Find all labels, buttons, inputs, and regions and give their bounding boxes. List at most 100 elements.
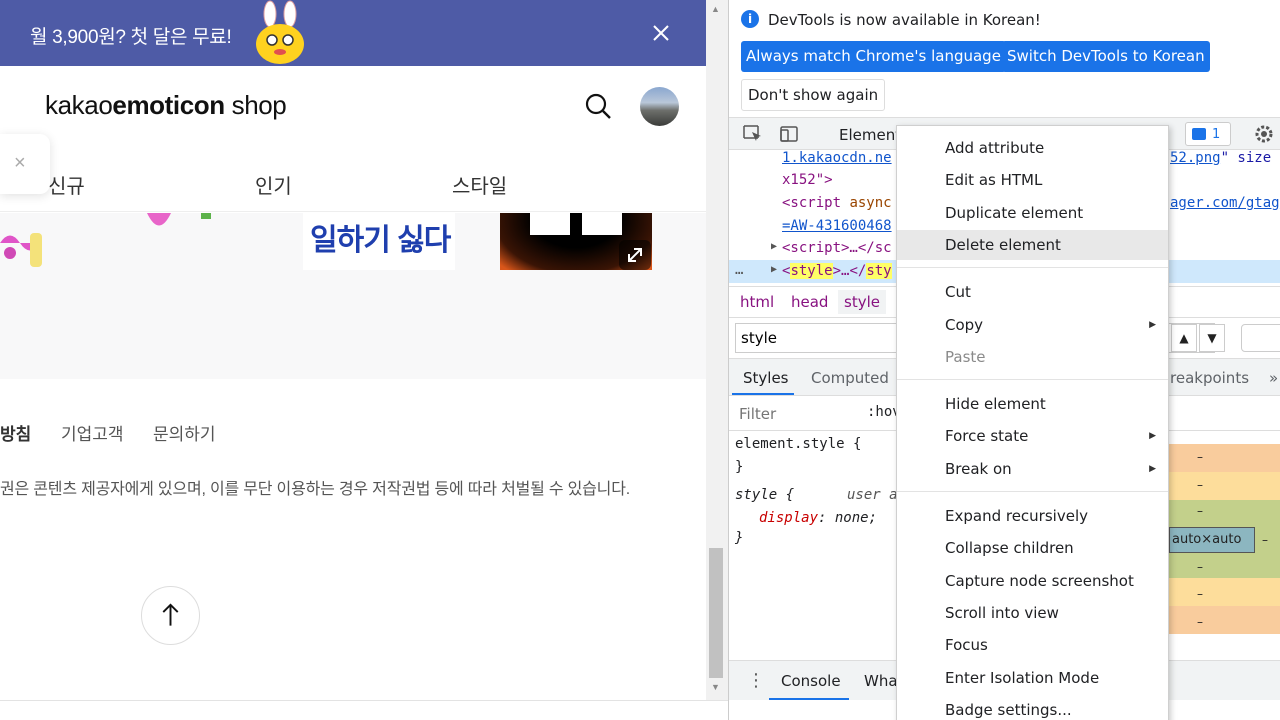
menu-item-cut[interactable]: Cut: [897, 277, 1168, 307]
menu-separator: [897, 267, 1168, 268]
switch-language-button[interactable]: Switch DevTools to Korean: [1002, 41, 1210, 72]
box-model-value: –: [1197, 504, 1203, 518]
drawer-menu-icon[interactable]: ⋮: [747, 670, 765, 691]
menu-item-hide-element[interactable]: Hide element: [897, 389, 1168, 419]
menu-item-duplicate-element[interactable]: Duplicate element: [897, 198, 1168, 228]
menu-separator: [897, 491, 1168, 492]
tab-elements[interactable]: Element: [839, 126, 901, 144]
box-model-value: –: [1197, 587, 1203, 601]
inspect-element-icon[interactable]: [743, 124, 763, 144]
footer-link-contact[interactable]: 문의하기: [153, 420, 216, 445]
dom-link[interactable]: =AW-431600468: [782, 218, 892, 234]
styles-filter-input[interactable]: [733, 401, 853, 427]
dom-text: x152">: [782, 172, 833, 188]
style-selector[interactable]: style {: [735, 487, 794, 503]
menu-item-force-state[interactable]: Force state ▶: [897, 421, 1168, 451]
chevron-up-icon[interactable]: ▲: [1171, 324, 1197, 352]
tab-computed[interactable]: Computed: [811, 369, 889, 387]
dom-line[interactable]: <script async: [782, 195, 892, 211]
dom-line[interactable]: x152">: [782, 172, 833, 188]
tab-popular[interactable]: 인기: [255, 170, 292, 199]
footer-link-business[interactable]: 기업고객: [61, 420, 124, 445]
dom-tag: <script: [782, 195, 842, 211]
emoticon-thumbnail[interactable]: 일하기 싫다: [303, 213, 455, 270]
scroll-to-top-button[interactable]: [141, 586, 200, 645]
menu-item-copy[interactable]: Copy ▶: [897, 310, 1168, 340]
close-icon[interactable]: [648, 20, 674, 46]
menu-item-collapse-children[interactable]: Collapse children: [897, 533, 1168, 563]
issues-badge[interactable]: 1: [1185, 122, 1231, 146]
menu-item-capture-node-screenshot[interactable]: Capture node screenshot: [897, 566, 1168, 596]
close-icon[interactable]: ×: [14, 152, 26, 175]
submenu-arrow-icon: ▶: [1149, 464, 1156, 474]
logo-part-emoticon: emoticon: [112, 90, 225, 120]
menu-item-label: Force state: [945, 427, 1029, 445]
more-tabs-icon[interactable]: »: [1269, 369, 1278, 387]
element-style-selector[interactable]: element.style {: [735, 436, 861, 452]
box-model-value: –: [1197, 560, 1203, 574]
box-model-value: –: [1262, 533, 1268, 547]
menu-item-badge-settings[interactable]: Badge settings...: [897, 695, 1168, 720]
css-declaration[interactable]: display: none;: [759, 510, 877, 526]
active-tab-indicator: [732, 393, 794, 395]
logo-part-shop: shop: [224, 90, 287, 120]
breadcrumb-head[interactable]: head: [785, 293, 834, 311]
box-model-value: –: [1197, 615, 1203, 629]
menu-item-edit-as-html[interactable]: Edit as HTML: [897, 165, 1168, 195]
tab-new[interactable]: 신규: [48, 170, 85, 199]
node-actions-icon[interactable]: …: [735, 262, 743, 278]
dom-line[interactable]: 1.kakaocdn.ne: [782, 150, 892, 166]
dom-line-tail[interactable]: 52.png" size: [1170, 150, 1271, 166]
search-cancel-button[interactable]: [1241, 324, 1280, 352]
dont-show-again-button[interactable]: Don't show again: [741, 79, 886, 111]
footer-links: 방침 기업고객 문의하기: [0, 420, 706, 444]
tab-whats-new[interactable]: Wha: [864, 672, 898, 690]
menu-item-add-attribute[interactable]: Add attribute: [897, 133, 1168, 163]
rule-close-brace: }: [735, 530, 744, 546]
tab-breakpoints[interactable]: reakpoints: [1170, 369, 1249, 387]
breadcrumb-style[interactable]: style: [838, 290, 886, 314]
match-language-button[interactable]: Always match Chrome's language: [741, 41, 1006, 72]
expand-icon[interactable]: [619, 240, 651, 270]
tab-console[interactable]: Console: [781, 672, 841, 690]
box-model-value: –: [1197, 450, 1203, 464]
dom-line[interactable]: =AW-431600468: [782, 218, 892, 234]
tab-style[interactable]: 스타일: [452, 170, 507, 199]
dom-tag-highlight: sty: [866, 263, 892, 279]
menu-item-break-on[interactable]: Break on ▶: [897, 454, 1168, 484]
web-page: 월 3,900원? 첫 달은 무료! kakaoemoticon shop 신규…: [0, 0, 706, 720]
dom-line[interactable]: <script>…</sc: [782, 240, 892, 256]
footer-link-policy[interactable]: 방침: [0, 420, 31, 445]
search-icon[interactable]: [583, 91, 613, 121]
scroll-up-icon[interactable]: ▲: [711, 4, 720, 14]
dom-text: " size: [1220, 150, 1272, 166]
dom-line-selected[interactable]: <style>…</sty: [782, 263, 892, 279]
tab-styles[interactable]: Styles: [743, 369, 789, 387]
menu-item-focus[interactable]: Focus: [897, 630, 1168, 660]
dom-link[interactable]: ager.com/gtag: [1170, 195, 1280, 211]
dom-attr: async: [841, 195, 892, 211]
device-toolbar-icon[interactable]: [779, 124, 799, 144]
gear-icon[interactable]: [1253, 123, 1275, 145]
dom-link[interactable]: 1.kakaocdn.ne: [782, 150, 892, 166]
menu-item-enter-isolation-mode[interactable]: Enter Isolation Mode: [897, 663, 1168, 693]
box-model-content[interactable]: auto×auto: [1169, 527, 1255, 553]
expand-triangle-icon[interactable]: ▶: [771, 264, 777, 275]
site-logo[interactable]: kakaoemoticon shop: [45, 90, 287, 121]
emoticon-thumbnails: 일하기 싫다: [0, 213, 706, 379]
scroll-down-icon[interactable]: ▼: [711, 682, 720, 692]
avatar[interactable]: [640, 87, 679, 126]
menu-item-scroll-into-view[interactable]: Scroll into view: [897, 598, 1168, 628]
emoticon-thumbnail[interactable]: [145, 213, 297, 270]
chevron-down-icon[interactable]: ▼: [1199, 324, 1225, 352]
menu-item-expand-recursively[interactable]: Expand recursively: [897, 501, 1168, 531]
breadcrumb-html[interactable]: html: [734, 293, 780, 311]
menu-item-delete-element[interactable]: Delete element: [897, 230, 1168, 260]
expand-triangle-icon[interactable]: ▶: [771, 241, 777, 252]
emoticon-thumbnail[interactable]: [0, 213, 142, 270]
promo-banner[interactable]: 월 3,900원? 첫 달은 무료!: [0, 0, 706, 66]
dom-link[interactable]: 52.png: [1170, 150, 1221, 166]
dom-line-tail[interactable]: ager.com/gtag: [1170, 195, 1280, 211]
scrollbar-thumb[interactable]: [709, 548, 723, 678]
page-scrollbar[interactable]: ▲ ▼: [706, 0, 728, 700]
